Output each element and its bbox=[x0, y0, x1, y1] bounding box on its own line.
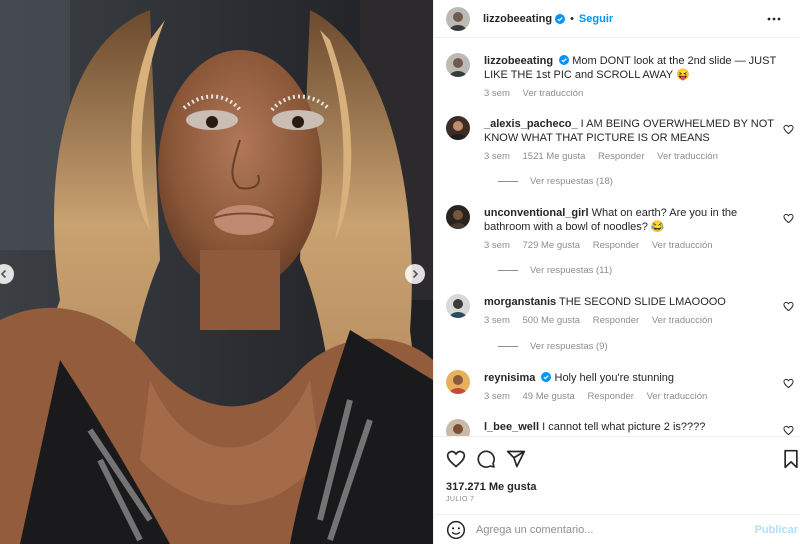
comment-like-icon[interactable] bbox=[783, 124, 794, 135]
comment-item: l_bee_well I cannot tell what picture 2 … bbox=[446, 419, 800, 436]
translate-link[interactable]: Ver traducción bbox=[652, 315, 713, 326]
view-replies-button[interactable]: Ver respuestas (9) bbox=[498, 341, 608, 352]
commenter-avatar[interactable] bbox=[446, 294, 470, 318]
comment-like-icon[interactable] bbox=[783, 378, 794, 389]
comments-list[interactable]: lizzobeeating Mom DONT look at the 2nd s… bbox=[434, 38, 800, 436]
translate-link[interactable]: Ver traducción bbox=[652, 240, 713, 251]
comment-item: _alexis_pacheco_ I AM BEING OVERWHELMED … bbox=[446, 116, 800, 196]
heart-icon[interactable] bbox=[446, 449, 466, 469]
translate-link[interactable]: Ver traducción bbox=[647, 391, 708, 402]
post-header: lizzobeeating • Seguir bbox=[434, 0, 800, 38]
comment-like-icon[interactable] bbox=[783, 213, 794, 224]
comment-likes[interactable]: 729 Me gusta bbox=[523, 240, 581, 251]
likes-count[interactable]: 317.271 Me gusta bbox=[446, 481, 537, 493]
comment-icon[interactable] bbox=[476, 449, 496, 469]
more-options-icon[interactable] bbox=[766, 11, 782, 27]
author-username[interactable]: lizzobeeating bbox=[483, 13, 552, 25]
commenter-avatar[interactable] bbox=[446, 205, 470, 229]
comment-item: morganstanis THE SECOND SLIDE LMAOOOO 3 … bbox=[446, 294, 800, 360]
bookmark-icon[interactable] bbox=[781, 449, 800, 469]
comment-username[interactable]: morganstanis bbox=[484, 296, 556, 308]
comment-time[interactable]: 3 sem bbox=[484, 151, 510, 162]
share-icon[interactable] bbox=[506, 449, 526, 469]
replies-divider bbox=[498, 270, 518, 271]
commenter-avatar[interactable] bbox=[446, 370, 470, 394]
comment-text: THE SECOND SLIDE LMAOOOO bbox=[559, 296, 726, 308]
post-media bbox=[0, 0, 433, 544]
next-slide-button[interactable] bbox=[405, 264, 425, 284]
post-caption: lizzobeeating Mom DONT look at the 2nd s… bbox=[446, 53, 800, 113]
comment-like-icon[interactable] bbox=[783, 301, 794, 312]
comment-item: unconventional_girl What on earth? Are y… bbox=[446, 205, 800, 285]
emoji-icon[interactable] bbox=[446, 520, 466, 540]
caption-translate-link[interactable]: Ver traducción bbox=[523, 88, 584, 99]
caption-time[interactable]: 3 sem bbox=[484, 88, 510, 99]
follow-button[interactable]: Seguir bbox=[579, 13, 613, 25]
comment-likes[interactable]: 500 Me gusta bbox=[523, 315, 581, 326]
comment-username[interactable]: l_bee_well bbox=[484, 421, 539, 433]
instagram-post-modal: lizzobeeating • Seguir lizzobeeating Mom… bbox=[0, 0, 800, 544]
commenter-avatar[interactable] bbox=[446, 419, 470, 436]
reply-button[interactable]: Responder bbox=[598, 151, 644, 162]
verified-icon bbox=[541, 372, 552, 382]
chevron-left-icon bbox=[0, 269, 7, 279]
publish-button[interactable]: Publicar bbox=[755, 524, 798, 536]
post-photo[interactable] bbox=[0, 0, 433, 544]
comment-text: Holy hell you're stunning bbox=[554, 372, 675, 384]
verified-icon bbox=[559, 55, 570, 65]
post-side-panel: lizzobeeating • Seguir lizzobeeating Mom… bbox=[433, 0, 800, 544]
comment-like-icon[interactable] bbox=[783, 425, 794, 436]
reply-button[interactable]: Responder bbox=[593, 240, 639, 251]
view-replies-label: Ver respuestas (18) bbox=[530, 176, 613, 187]
view-replies-button[interactable]: Ver respuestas (18) bbox=[498, 176, 613, 187]
view-replies-button[interactable]: Ver respuestas (11) bbox=[498, 265, 612, 276]
comment-input[interactable] bbox=[476, 522, 736, 538]
reply-button[interactable]: Responder bbox=[587, 391, 633, 402]
comment-time[interactable]: 3 sem bbox=[484, 315, 510, 326]
comment-username[interactable]: _alexis_pacheco_ bbox=[484, 118, 578, 130]
comment-likes[interactable]: 49 Me gusta bbox=[523, 391, 575, 402]
translate-link[interactable]: Ver traducción bbox=[657, 151, 718, 162]
post-date[interactable]: JULIO 7 bbox=[446, 496, 474, 503]
replies-divider bbox=[498, 346, 518, 347]
comment-username[interactable]: unconventional_girl bbox=[484, 207, 589, 219]
comment-time[interactable]: 3 sem bbox=[484, 391, 510, 402]
caption-username[interactable]: lizzobeeating bbox=[484, 55, 553, 67]
comment-composer: Publicar bbox=[434, 514, 800, 544]
chevron-right-icon bbox=[412, 269, 419, 279]
author-avatar[interactable] bbox=[446, 6, 470, 31]
comment-time[interactable]: 3 sem bbox=[484, 240, 510, 251]
comment-text: I cannot tell what picture 2 is???? bbox=[542, 421, 706, 433]
author-avatar[interactable] bbox=[446, 53, 470, 77]
commenter-avatar[interactable] bbox=[446, 116, 470, 140]
post-actions: 317.271 Me gusta JULIO 7 bbox=[434, 436, 800, 514]
comment-likes[interactable]: 1521 Me gusta bbox=[523, 151, 586, 162]
view-replies-label: Ver respuestas (11) bbox=[530, 265, 613, 276]
verified-icon bbox=[555, 13, 566, 24]
view-replies-label: Ver respuestas (9) bbox=[530, 341, 608, 352]
separator-dot: • bbox=[570, 12, 574, 25]
comment-username[interactable]: reynisima bbox=[484, 372, 535, 384]
replies-divider bbox=[498, 181, 518, 182]
comment-item: reynisima Holy hell you're stunning 3 se… bbox=[446, 370, 800, 410]
reply-button[interactable]: Responder bbox=[593, 315, 639, 326]
